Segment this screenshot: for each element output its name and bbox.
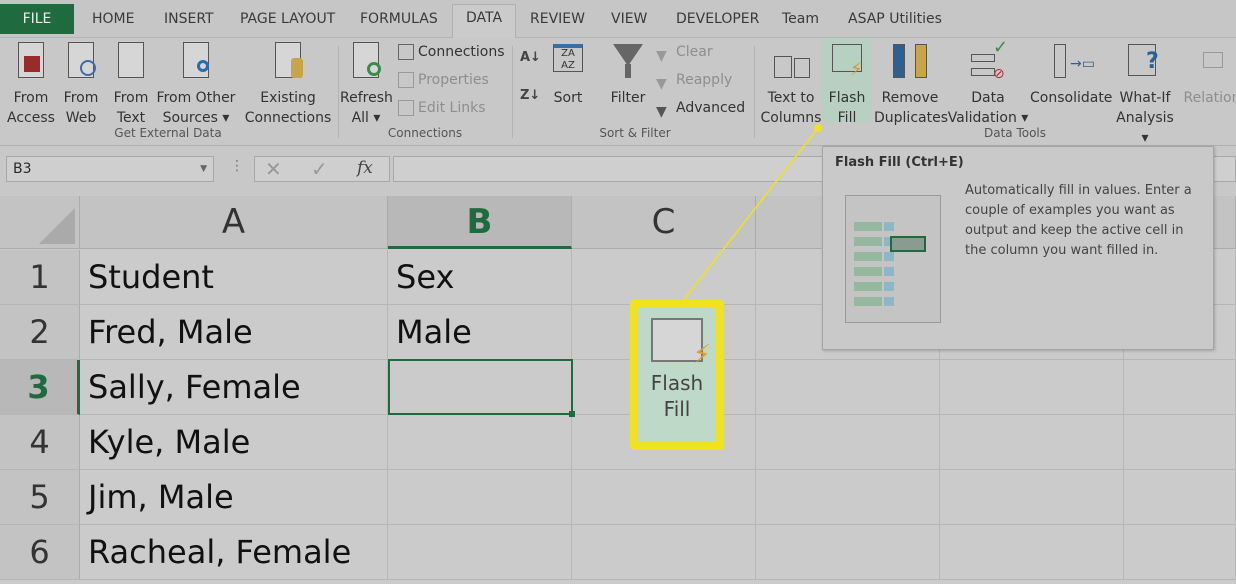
tooltip-description: Automatically fill in values. Enter a co… — [965, 183, 1192, 258]
flash-fill-icon: ⚡ — [651, 318, 711, 368]
callout-line — [681, 127, 819, 303]
tooltip-title: Flash Fill (Ctrl+E) — [835, 155, 964, 170]
callout-dot — [814, 124, 822, 132]
flash-fill-preview-image — [845, 195, 941, 323]
flash-fill-callout: ⚡ Flash Fill — [630, 300, 724, 450]
flash-fill-tooltip: Flash Fill (Ctrl+E) Automatically fill i… — [822, 146, 1214, 350]
